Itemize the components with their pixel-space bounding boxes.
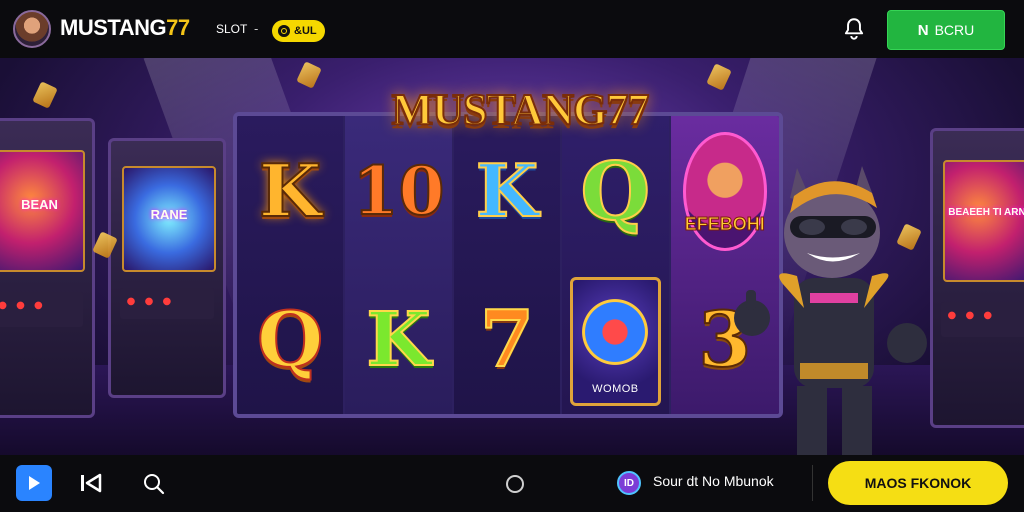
reel-cell: Q [237, 265, 343, 414]
arcade-buttons: ● ● ● [126, 295, 175, 307]
reel-column-4: Q WOMOB [562, 116, 671, 414]
reel-cell: Q [562, 116, 668, 265]
wild-card: WOMOB [570, 277, 661, 406]
slot-label[interactable]: SLOT [216, 22, 247, 36]
coin-balance-pill[interactable]: &UL [272, 20, 325, 42]
arcade-screen: RANE [122, 166, 216, 272]
symbol-k: K [258, 147, 323, 233]
arcade-machine-left-2: RANE ● ● ● [108, 138, 226, 398]
mascot-character [734, 166, 927, 455]
arcade-buttons: ● ● ● [0, 300, 46, 312]
top-bar: MUSTANG77 SLOT - &UL N BCRU [0, 0, 1024, 58]
reel-cell: 10 [345, 116, 451, 265]
skip-back-icon[interactable] [78, 472, 104, 494]
status-text: Sour dt No Mbunok [653, 473, 774, 489]
reel-cell-wild: WOMOB [562, 265, 668, 414]
reel-column-1: K Q [237, 116, 346, 414]
game-logo: MUSTANG77 [391, 84, 651, 135]
floating-coin [32, 81, 58, 109]
reel-cell: 7 [454, 265, 560, 414]
reel-cell: K [454, 116, 560, 265]
id-badge-icon: ID [617, 471, 641, 495]
green-button-icon: N [917, 21, 929, 39]
yellow-action-button[interactable]: MAOS FKONOK [828, 461, 1008, 505]
play-icon [29, 476, 40, 490]
circle-home-icon[interactable] [506, 475, 524, 493]
reel-column-3: K 7 [453, 116, 563, 414]
symbol-q: Q [256, 294, 324, 384]
symbol-q: Q [580, 143, 652, 238]
green-button-label: BCRU [934, 22, 975, 38]
arcade-machine-left: BEAN ● ● ● [0, 118, 95, 418]
brand-text: MUSTANG [60, 15, 167, 40]
arcade-screen-text: BEAN [21, 197, 58, 213]
avatar[interactable] [13, 10, 51, 48]
bottom-bar: ID Sour dt No Mbunok MAOS FKONOK [0, 455, 1024, 512]
floating-coin [296, 61, 322, 89]
reel-cell: K [345, 265, 451, 414]
bell-icon[interactable] [841, 16, 867, 42]
search-icon[interactable] [142, 472, 166, 496]
symbol-k: K [475, 147, 540, 233]
reel-column-2: 10 K [345, 116, 454, 414]
symbol-7: 7 [479, 293, 535, 385]
symbol-10: 10 [352, 151, 446, 230]
brand-title: MUSTANG77 [60, 15, 190, 41]
floating-coin [706, 63, 732, 91]
wild-label: WOMOB [592, 383, 639, 395]
arcade-screen-text: RANE [150, 206, 188, 222]
coin-pill-label: &UL [294, 25, 317, 37]
lightning-bolt-icon [580, 296, 651, 367]
reel-cell: K [237, 116, 343, 265]
slot-reels: K Q 10 K K 7 Q WOMOB EFEBOHI 3 [233, 112, 783, 418]
coin-icon [278, 25, 290, 37]
green-action-button[interactable]: N BCRU [887, 10, 1005, 50]
game-scene: BEAN ● ● ● RANE ● ● ● BEAEEH TI ARN ● ● … [0, 58, 1024, 455]
arcade-screen: BEAN [0, 150, 86, 272]
play-button[interactable] [16, 465, 52, 501]
divider [812, 465, 813, 501]
brand-number: 77 [166, 15, 190, 40]
separator: - [254, 22, 259, 36]
symbol-k: K [365, 296, 431, 383]
